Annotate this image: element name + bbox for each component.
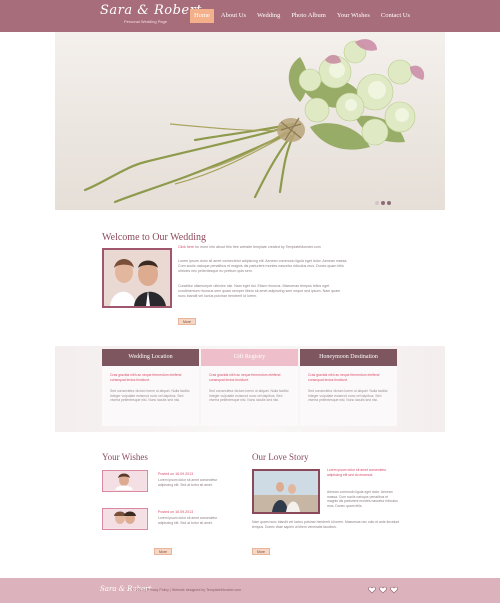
column-red-text: Cras gravida nibh ac neque fermentum ele… bbox=[209, 373, 281, 382]
social-icon-2[interactable] bbox=[379, 586, 387, 594]
column-grey-text: Sed consectetur dictum lorem ut aliquet.… bbox=[209, 389, 290, 403]
column-title[interactable]: Gift Registry bbox=[201, 349, 298, 366]
column-title[interactable]: Wedding Location bbox=[102, 349, 199, 366]
wish-text: Lorem ipsum dolor sit amet consectetur a… bbox=[158, 478, 218, 487]
wish-text: Lorem ipsum dolor sit amet consectetur a… bbox=[158, 516, 218, 525]
wish-photo bbox=[102, 470, 148, 492]
welcome-more-button[interactable]: More bbox=[178, 318, 196, 325]
story-title: Our Love Story bbox=[252, 452, 309, 462]
nav-item-wedding[interactable]: Wedding bbox=[253, 9, 284, 23]
wishes-title: Your Wishes bbox=[102, 452, 148, 462]
footer-copyright: © 2013 | Privacy Policy | Website design… bbox=[132, 588, 242, 592]
main-nav: Home About Us Wedding Photo Album Your W… bbox=[190, 9, 417, 23]
nav-item-home[interactable]: Home bbox=[190, 9, 214, 23]
column-red-text: Cras gravida nibh ac neque fermentum ele… bbox=[110, 373, 182, 382]
site-header: Sara & Robert Personal Wedding Page Home… bbox=[0, 0, 500, 32]
logo-text: Sara & Robert bbox=[100, 3, 203, 18]
wish-date: Posted on 16.09.2013 bbox=[158, 472, 194, 476]
welcome-title: Welcome to Our Wedding bbox=[102, 232, 207, 243]
welcome-paragraph-2: Curabitur ullamcorper ultricies nisi. Na… bbox=[178, 284, 341, 299]
nav-item-about-us[interactable]: About Us bbox=[217, 9, 250, 23]
nav-item-your-wishes[interactable]: Your Wishes bbox=[333, 9, 374, 23]
welcome-paragraph-1: Lorem ipsum dolor sit amet consectetur a… bbox=[178, 259, 348, 274]
welcome-intro: Click here for more info about this free… bbox=[178, 245, 321, 249]
column-title[interactable]: Honeymoon Destination bbox=[300, 349, 397, 366]
story-more-button[interactable]: More bbox=[252, 548, 270, 555]
wish-date: Posted on 16.09.2013 bbox=[158, 510, 194, 514]
story-side-text: Aenean commodo ligula eget dolor. Aenean… bbox=[327, 490, 398, 508]
column-red-text: Cras gravida nibh ac neque fermentum ele… bbox=[308, 373, 380, 382]
nav-item-photo-album[interactable]: Photo Album bbox=[287, 9, 330, 23]
story-highlight-text: Lorem ipsum dolor sit amet consectetur a… bbox=[327, 468, 387, 477]
logo-subtitle: Personal Wedding Page bbox=[124, 19, 168, 24]
story-photo bbox=[252, 469, 320, 514]
social-icon-3[interactable] bbox=[390, 586, 398, 594]
slider-dot-3[interactable] bbox=[387, 201, 391, 205]
slider-dot-1[interactable] bbox=[375, 201, 379, 205]
wishes-more-button[interactable]: More bbox=[154, 548, 172, 555]
welcome-link[interactable]: Click here bbox=[178, 245, 194, 249]
nav-item-contact-us[interactable]: Contact Us bbox=[377, 9, 414, 23]
couple-photo bbox=[102, 248, 172, 308]
bouquet-image bbox=[83, 39, 425, 204]
hero-slider bbox=[55, 32, 445, 210]
wish-photo bbox=[102, 508, 148, 530]
story-bottom-text: Nam quam nunc blandit vel luctus pulvina… bbox=[252, 520, 400, 529]
social-icon-1[interactable] bbox=[368, 586, 376, 594]
site-logo[interactable]: Sara & Robert Personal Wedding Page bbox=[100, 3, 202, 29]
slider-dot-2[interactable] bbox=[381, 201, 385, 205]
site-footer: Sara & Robert © 2013 | Privacy Policy | … bbox=[0, 578, 500, 603]
column-grey-text: Sed consectetur dictum lorem ut aliquet.… bbox=[110, 389, 191, 403]
column-grey-text: Sed consectetur dictum lorem ut aliquet.… bbox=[308, 389, 389, 403]
